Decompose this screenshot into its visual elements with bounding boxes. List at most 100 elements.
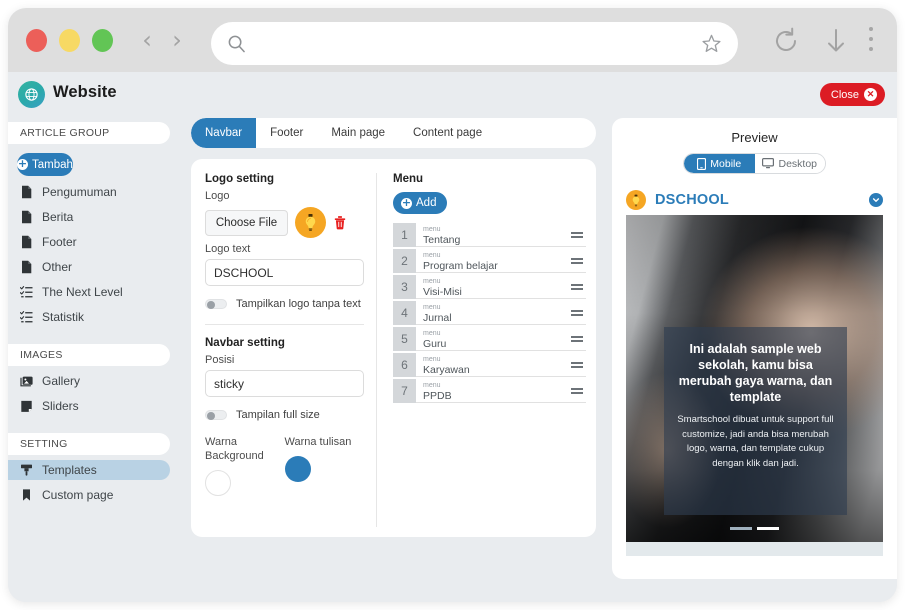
carousel-dot-active[interactable] <box>757 527 779 530</box>
posisi-input[interactable] <box>205 370 364 397</box>
choose-file-button[interactable]: Choose File <box>205 209 288 236</box>
device-mobile-button[interactable]: Mobile <box>684 154 755 173</box>
drag-handle-icon[interactable] <box>568 223 586 247</box>
full-size-toggle-label: Tampilan full size <box>236 409 320 421</box>
hide-logo-text-toggle-row[interactable]: Tampilkan logo tanpa text <box>205 298 364 310</box>
menu-list-item[interactable]: 5 menu Guru <box>393 327 586 351</box>
navbar-settings-card: Logo setting Logo Choose File Logo text … <box>191 159 596 537</box>
document-icon <box>22 235 32 249</box>
drag-handle-icon[interactable] <box>568 249 586 273</box>
menu-index: 1 <box>393 223 416 247</box>
sidebar-item-statistik[interactable]: Statistik <box>8 307 170 327</box>
url-bar[interactable] <box>211 22 738 65</box>
menu-list-item[interactable]: 3 menu Visi-Misi <box>393 275 586 299</box>
menu-list-item[interactable]: 6 menu Karyawan <box>393 353 586 377</box>
reload-icon[interactable] <box>771 26 801 56</box>
device-desktop-label: Desktop <box>778 157 818 170</box>
device-desktop-button[interactable]: Desktop <box>754 154 825 173</box>
sidebar-section-images: IMAGES <box>8 344 170 366</box>
preview-footer-strip <box>626 542 883 556</box>
warna-tulisan-label: Warna tulisan <box>284 436 352 448</box>
kebab-menu-icon[interactable] <box>869 27 875 55</box>
chevron-down-icon[interactable] <box>869 193 883 207</box>
sidebar-section-article-group: ARTICLE GROUP <box>8 122 170 144</box>
hero-title: Ini adalah sample web sekolah, kamu bisa… <box>678 342 833 404</box>
drag-handle-icon[interactable] <box>568 301 586 325</box>
full-size-toggle-row[interactable]: Tampilan full size <box>205 409 364 421</box>
warna-background-swatch[interactable] <box>205 470 231 496</box>
logo-text-input[interactable] <box>205 259 364 286</box>
menu-index: 3 <box>393 275 416 299</box>
sidebar-item-the-next-level[interactable]: The Next Level <box>8 282 170 302</box>
add-article-group-button[interactable]: + Tambah <box>17 153 73 176</box>
center-panel: Navbar Footer Main page Content page Log… <box>191 118 596 537</box>
slider-icon <box>21 400 32 412</box>
menu-list-item[interactable]: 7 menu PPDB <box>393 379 586 403</box>
add-article-group-label: Tambah <box>32 158 73 171</box>
sidebar-item-sliders[interactable]: Sliders <box>8 396 170 416</box>
carousel-dot[interactable] <box>730 527 752 530</box>
sidebar-item-other[interactable]: Other <box>8 257 170 277</box>
window-minimize-button[interactable] <box>59 29 80 52</box>
document-icon <box>22 210 32 224</box>
menu-name: Program belajar <box>423 260 498 272</box>
drag-handle-icon[interactable] <box>568 327 586 351</box>
drag-handle-icon[interactable] <box>568 353 586 377</box>
trash-icon[interactable] <box>333 215 347 230</box>
list-check-icon <box>20 311 33 323</box>
hero-subtitle: Smartschool dibuat untuk support full cu… <box>677 414 834 469</box>
sidebar-section-setting: SETTING <box>8 433 170 455</box>
back-arrow-icon[interactable]: ‹ <box>138 27 156 53</box>
tab-navbar[interactable]: Navbar <box>191 118 257 148</box>
sidebar: ARTICLE GROUP + Tambah Pengumuman Berita <box>8 118 178 602</box>
sidebar-item-templates[interactable]: Templates <box>8 460 170 480</box>
menu-list-item[interactable]: 4 menu Jurnal <box>393 301 586 325</box>
sidebar-item-label: The Next Level <box>42 285 123 299</box>
tab-footer[interactable]: Footer <box>256 118 317 148</box>
posisi-label: Posisi <box>205 354 235 366</box>
app-body: ARTICLE GROUP + Tambah Pengumuman Berita <box>8 118 897 602</box>
plus-circle-icon: + <box>17 157 28 170</box>
tab-main-page[interactable]: Main page <box>317 118 399 148</box>
sidebar-item-footer[interactable]: Footer <box>8 232 170 252</box>
sidebar-item-label: Pengumuman <box>42 185 117 199</box>
window-maximize-button[interactable] <box>92 29 113 52</box>
sidebar-item-label: Footer <box>42 235 77 249</box>
menu-column: Menu + Add 1 menu Tentang 2 menu Program… <box>377 173 586 527</box>
page-title: Website <box>53 83 117 101</box>
hero-text-overlay: Ini adalah sample web sekolah, kamu bisa… <box>664 327 847 515</box>
sidebar-item-gallery[interactable]: Gallery <box>8 371 170 391</box>
preview-lightbulb-logo-icon <box>626 190 646 210</box>
window-close-button[interactable] <box>26 29 47 52</box>
sidebar-item-label: Other <box>42 260 73 274</box>
menu-index: 4 <box>393 301 416 325</box>
sidebar-item-berita[interactable]: Berita <box>8 207 170 227</box>
brush-icon <box>21 464 32 476</box>
menu-list-item[interactable]: 1 menu Tentang <box>393 223 586 247</box>
close-button[interactable]: Close ✕ <box>819 83 885 106</box>
menu-list-item[interactable]: 2 menu Program belajar <box>393 249 586 273</box>
hide-logo-text-toggle[interactable] <box>205 299 227 309</box>
close-button-label: Close <box>830 88 859 101</box>
full-size-toggle[interactable] <box>205 410 227 420</box>
drag-handle-icon[interactable] <box>568 275 586 299</box>
document-icon <box>22 185 32 199</box>
preview-brand-text: DSCHOOL <box>655 192 729 208</box>
navbar-setting-heading: Navbar setting <box>205 337 285 349</box>
sidebar-item-label: Templates <box>42 463 97 477</box>
menu-name: Karyawan <box>423 364 470 376</box>
document-icon <box>22 260 32 274</box>
star-icon[interactable] <box>701 33 722 54</box>
tab-content-page[interactable]: Content page <box>399 118 496 148</box>
menu-kind: menu <box>423 304 441 311</box>
sidebar-item-custom-page[interactable]: Custom page <box>8 485 170 505</box>
close-icon: ✕ <box>864 88 877 101</box>
add-menu-button[interactable]: + Add <box>393 192 448 214</box>
download-icon[interactable] <box>823 27 849 55</box>
url-input[interactable] <box>254 22 684 65</box>
sidebar-item-pengumuman[interactable]: Pengumuman <box>8 182 170 202</box>
drag-handle-icon[interactable] <box>568 379 586 403</box>
forward-arrow-icon[interactable]: › <box>168 27 186 53</box>
warna-tulisan-swatch[interactable] <box>284 456 311 482</box>
app-header: Website Close ✕ <box>8 72 897 118</box>
